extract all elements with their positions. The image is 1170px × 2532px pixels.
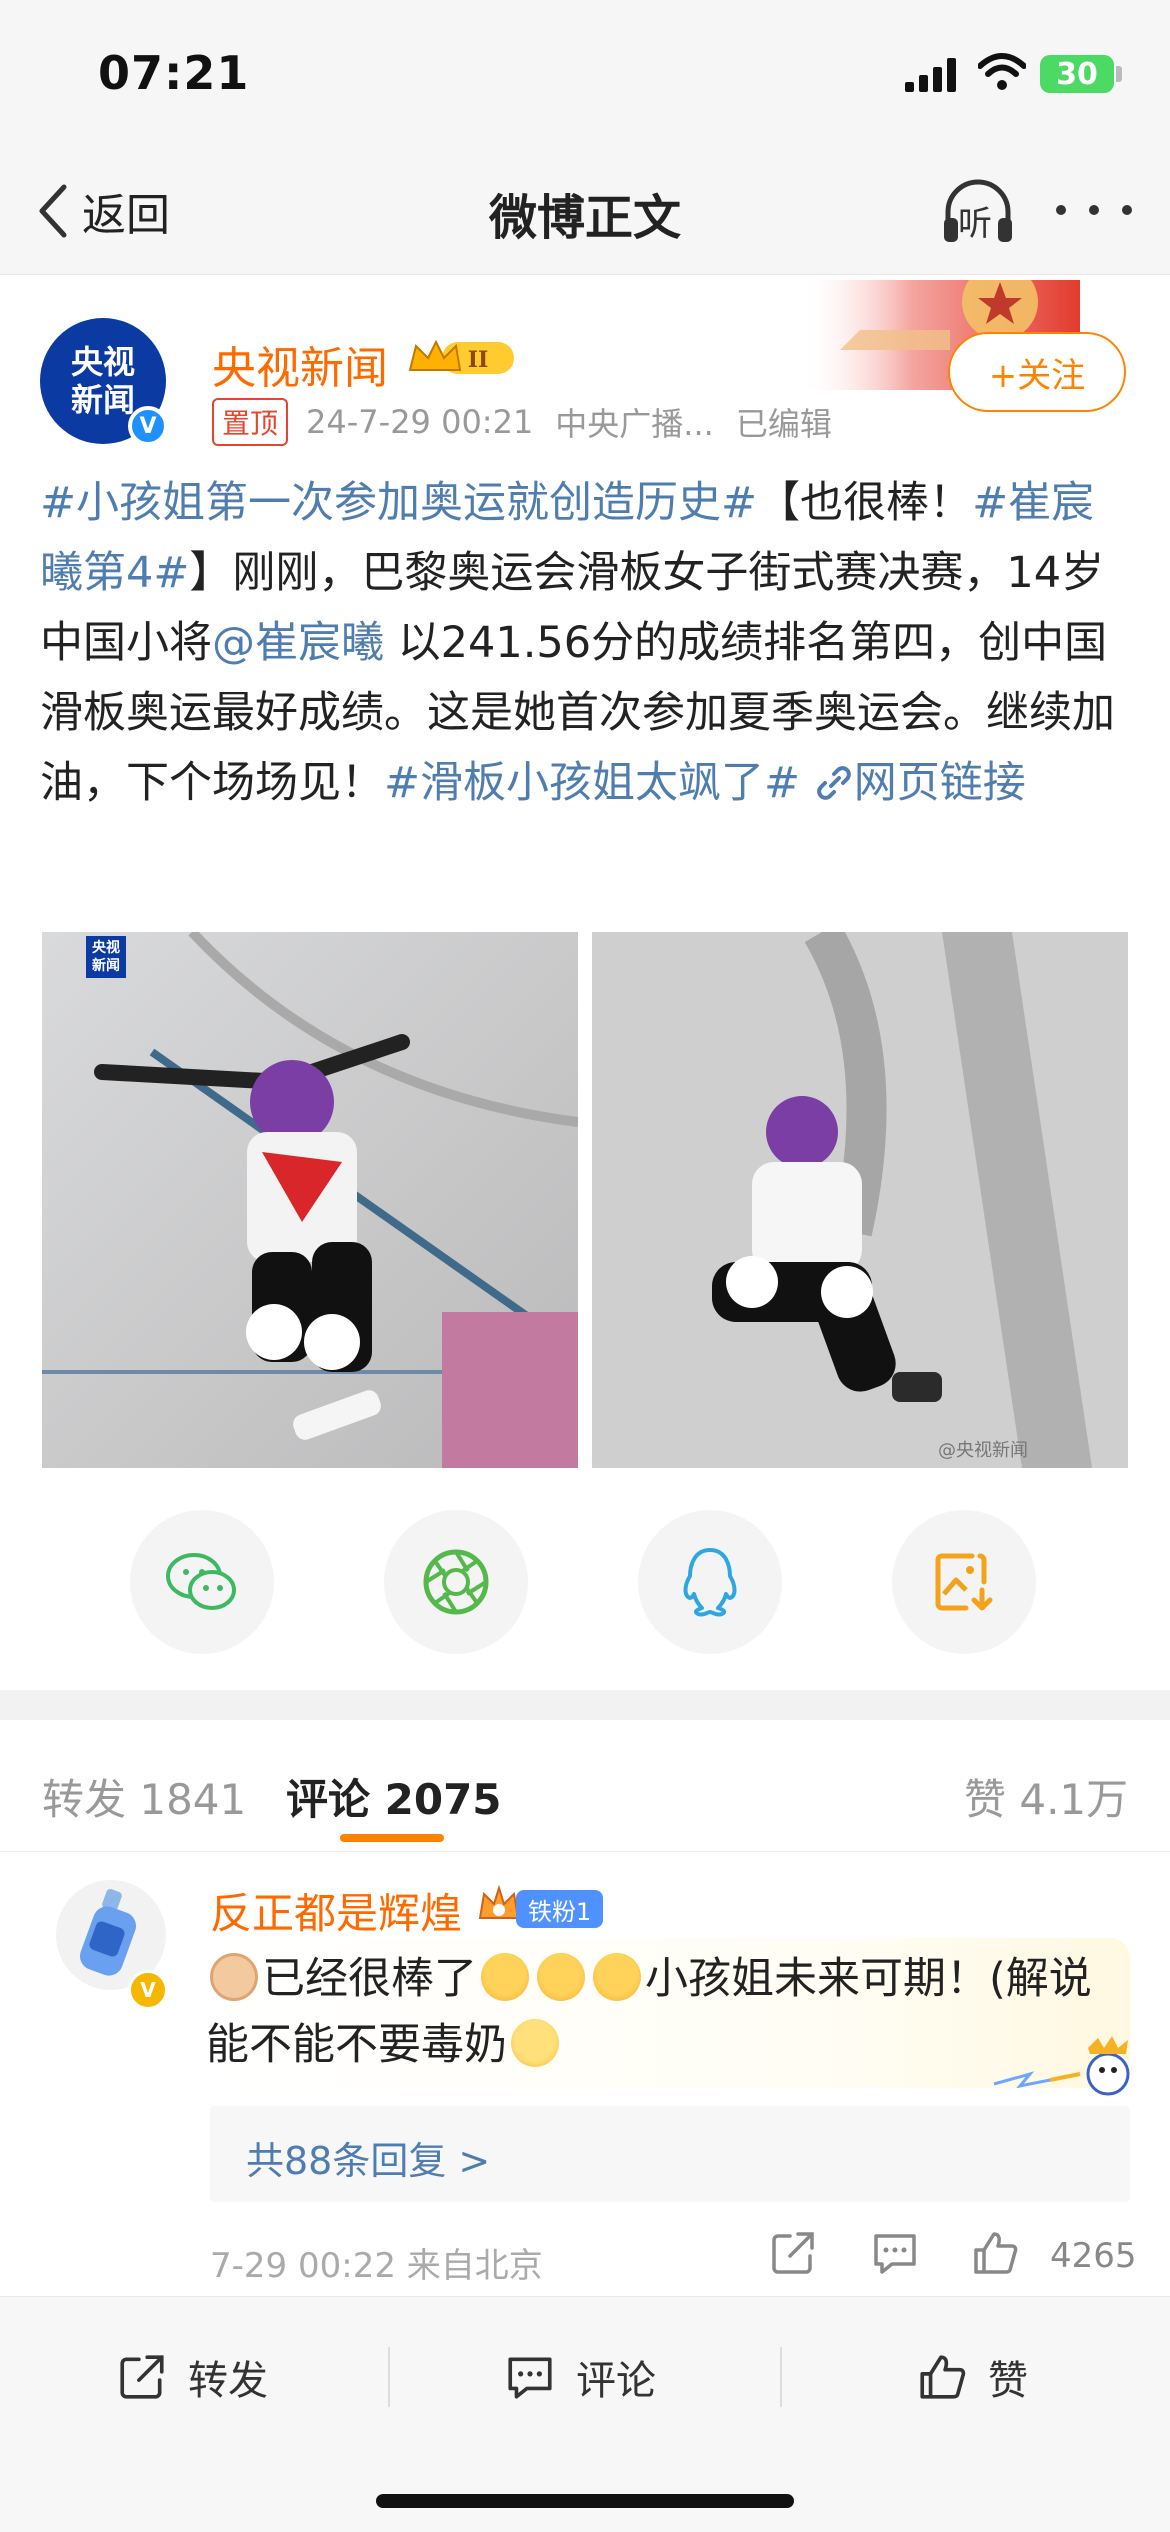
fist-emoji-icon	[210, 1953, 258, 2001]
image-watermark: 央视 新闻	[86, 936, 126, 978]
skateboarder-image-1	[42, 932, 578, 1468]
web-link[interactable]: 网页链接	[814, 758, 1026, 808]
listen-label: 听	[958, 204, 992, 244]
kiss-emoji-icon	[481, 1953, 529, 2001]
fan-badge: 铁粉1	[516, 1890, 604, 1928]
share-qq-button[interactable]	[638, 1510, 782, 1654]
topic-link[interactable]: #滑板小孩姐太飒了#	[384, 758, 800, 808]
dot-icon	[1122, 205, 1132, 215]
post-source[interactable]: 中央广播...	[555, 399, 714, 445]
comment-button[interactable]: 评论	[504, 2337, 656, 2417]
link-icon	[816, 766, 851, 800]
repost-button[interactable]: 转发	[116, 2337, 268, 2417]
dot-icon	[1089, 205, 1099, 215]
view-replies-link[interactable]: 共88条回复 >	[246, 2130, 490, 2185]
verified-badge-icon: V	[128, 406, 168, 446]
tab-comments[interactable]: 评论 2075	[286, 1766, 502, 1827]
post-text: #小孩姐第一次参加奥运就创造历史#【也很棒！#崔宸曦第4#】刚刚，巴黎奥运会滑板…	[40, 468, 1130, 818]
follow-button[interactable]: +关注	[948, 332, 1126, 412]
status-time: 07:21	[98, 46, 250, 100]
comment-like-count: 4265	[1050, 2236, 1137, 2276]
more-options-button[interactable]	[1056, 180, 1132, 240]
repost-icon	[120, 2355, 164, 2399]
toolbar-divider	[388, 2347, 390, 2407]
share-moments-button[interactable]	[384, 1510, 528, 1654]
kiss-emoji-icon	[537, 1953, 585, 2001]
skateboarder-image-2	[592, 932, 1128, 1468]
kiss-emoji-icon	[593, 1953, 641, 2001]
text-segment: 【也很棒！	[757, 478, 973, 528]
vip-level: II	[468, 347, 489, 373]
pleading-emoji-icon	[511, 2019, 559, 2067]
post-image-2[interactable]: @央视新闻	[592, 932, 1128, 1468]
share-wechat-button[interactable]	[130, 1510, 274, 1654]
topic-link[interactable]: #小孩姐第一次参加奥运就创造历史#	[40, 478, 757, 528]
reply-comment-icon[interactable]	[870, 2228, 920, 2278]
save-image-button[interactable]	[892, 1510, 1036, 1654]
status-bar: 07:21 30	[0, 0, 1170, 150]
battery-tip	[1116, 66, 1122, 82]
pinned-tag: 置顶	[212, 398, 289, 446]
like-label: 赞	[988, 2358, 1028, 2404]
replies-box[interactable]: 共88条回复 >	[210, 2106, 1130, 2202]
nav-bar: 返回 微博正文 听	[0, 150, 1170, 275]
qq-icon	[683, 1548, 737, 1617]
avatar-text-top: 央视	[70, 343, 135, 381]
save-image-icon	[935, 1553, 993, 1611]
comment-text: 已经很棒了 小孩姐未来可期！(解说能不能不要毒奶	[206, 1946, 1106, 2078]
repost-label: 转发	[188, 2358, 268, 2404]
tab-likes[interactable]: 赞 4.1万	[964, 1766, 1128, 1827]
like-icon	[920, 2355, 966, 2399]
section-divider	[0, 1690, 1170, 1720]
moments-icon	[423, 1549, 489, 1615]
bubble-sticker-icon	[993, 2036, 1130, 2096]
home-indicator[interactable]	[376, 2494, 794, 2508]
post-meta: 置顶 24-7-29 00:21 中央广播... 已编辑	[212, 398, 832, 446]
post-timestamp: 24-7-29 00:21	[306, 403, 534, 441]
web-link-label: 网页链接	[853, 758, 1026, 808]
author-name[interactable]: 央视新闻	[212, 332, 388, 396]
like-comment-icon[interactable]	[970, 2228, 1020, 2278]
like-button[interactable]: 赞	[916, 2337, 1028, 2417]
active-tab-indicator	[340, 1834, 444, 1842]
vip-crown-badge-icon[interactable]: II	[406, 336, 518, 380]
comment-icon	[508, 2357, 552, 2399]
toolbar-divider	[780, 2347, 782, 2407]
post-image-1[interactable]: 央视 新闻	[42, 932, 578, 1468]
comment-meta: 7-29 00:22 来自北京	[210, 2246, 543, 2286]
share-comment-icon[interactable]	[768, 2228, 818, 2278]
battery-indicator: 30	[1040, 55, 1114, 93]
image-watermark: @央视新闻	[938, 1440, 1028, 1461]
comment-text-a: 已经很棒了	[262, 1954, 477, 2004]
mention-link[interactable]: @崔宸曦	[212, 618, 384, 668]
comment-label: 评论	[576, 2358, 656, 2404]
commenter-vip-icon: V	[128, 1970, 168, 2010]
avatar-text-bottom: 新闻	[70, 381, 135, 419]
interaction-tabs: 转发 1841 评论 2075 赞 4.1万	[0, 1720, 1170, 1852]
listen-button[interactable]: 听	[940, 176, 1016, 248]
commenter-name[interactable]: 反正都是辉煌	[210, 1880, 462, 1941]
edited-label[interactable]: 已编辑	[736, 399, 832, 445]
tab-reposts[interactable]: 转发 1841	[42, 1766, 246, 1827]
dot-icon	[1056, 205, 1066, 215]
wifi-icon	[978, 53, 1026, 90]
wechat-icon	[166, 1553, 236, 1610]
cellular-signal-icon	[905, 58, 956, 92]
